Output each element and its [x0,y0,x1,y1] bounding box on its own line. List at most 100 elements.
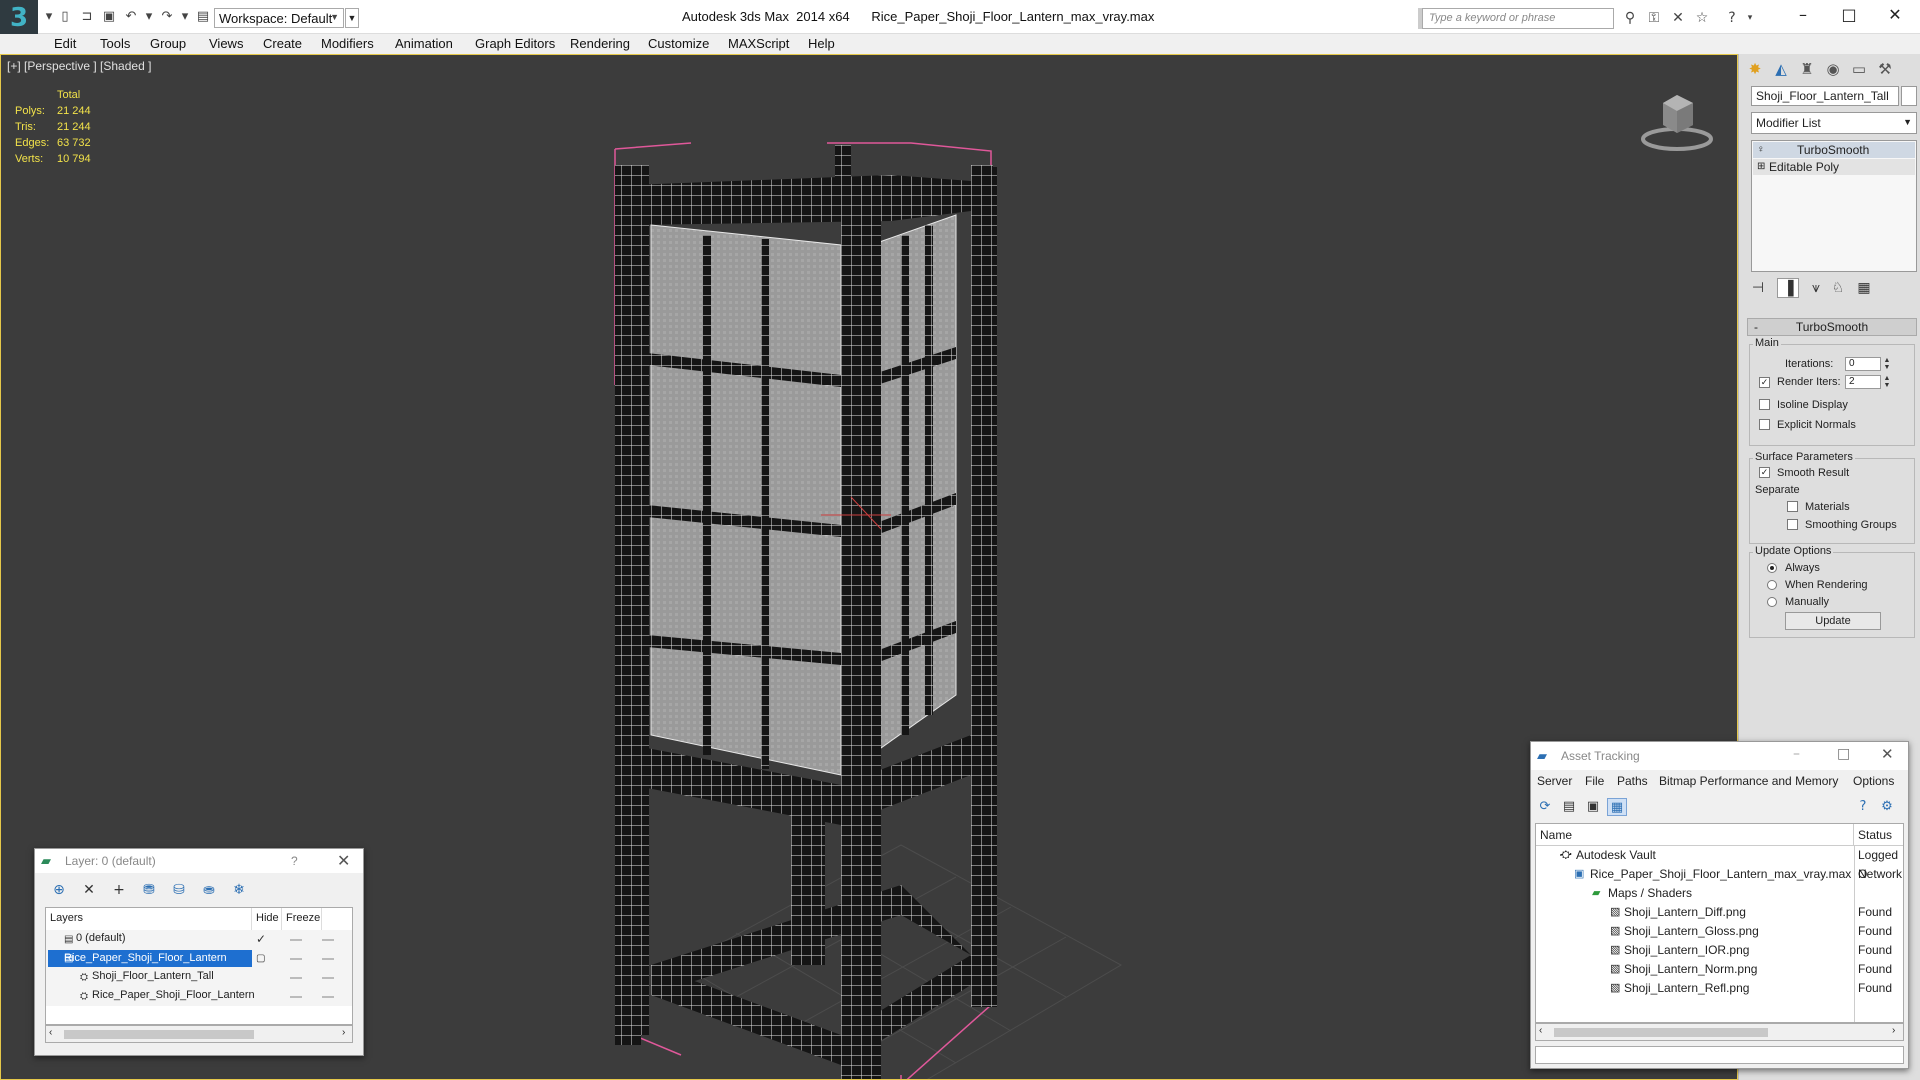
render-iters-checkbox[interactable]: ✓ [1759,377,1770,388]
isoline-display-checkbox[interactable] [1759,399,1770,410]
layer-row-object[interactable]: ⛭ Shoji_Floor_Lantern_Tall [46,968,352,987]
turbosmooth-rollout-header[interactable]: - TurboSmooth [1747,318,1917,336]
hide-toggle[interactable] [290,939,302,941]
set-current-layer-icon[interactable]: ▢ [256,949,265,968]
asset-row-image[interactable]: ▧ Shoji_Lantern_Diff.png Found [1536,903,1903,922]
hide-toggle[interactable] [290,996,302,998]
spinner-arrows-icon[interactable]: ▲ ▼ [1883,375,1891,389]
explicit-normals-checkbox[interactable] [1759,419,1770,430]
asset-horizontal-scrollbar[interactable]: ‹ › [1535,1023,1904,1041]
menu-maxscript[interactable]: MAXScript [728,36,789,51]
minimize-icon[interactable]: – [1780,0,1826,32]
select-objects-in-layer-icon[interactable]: ⛃ [139,881,159,899]
freeze-toggle[interactable] [322,977,334,979]
column-name[interactable]: Name [1536,824,1854,846]
at-menu-file[interactable]: File [1585,774,1604,788]
update-when-rendering-radio[interactable] [1767,580,1777,590]
layer-dialog-titlebar[interactable]: ▰ Layer: 0 (default) ? ✕ [35,849,363,873]
layer-horizontal-scrollbar[interactable]: ‹ › [45,1025,353,1043]
at-menu-bitmap-performance[interactable]: Bitmap Performance and Memory [1659,774,1838,788]
scroll-right-icon[interactable]: › [342,1027,345,1038]
scroll-left-icon[interactable]: ‹ [1539,1025,1542,1036]
at-menu-server[interactable]: Server [1537,774,1572,788]
layer-row-rice-paper[interactable]: Rice_Paper_Shoji_Floor_Lantern ▤ ▢ [46,949,352,968]
app-logo-icon[interactable]: 3 [0,0,38,38]
scrollbar-thumb[interactable] [64,1030,254,1039]
update-always-radio[interactable] [1767,563,1777,573]
quick-access-customize-icon[interactable]: ▼ [345,8,359,28]
materials-checkbox[interactable] [1787,501,1798,512]
scroll-left-icon[interactable]: ‹ [49,1027,52,1038]
maximize-icon[interactable]: □ [1826,0,1872,32]
redo-dropdown-icon[interactable]: ▾ [176,9,194,25]
scrollbar-thumb[interactable] [1554,1028,1768,1037]
viewcube-icon[interactable] [1637,83,1717,163]
render-iters-spinner[interactable]: 2 [1845,375,1881,389]
list-view-icon[interactable]: ▤ [1559,798,1579,816]
asset-row-image[interactable]: ▧ Shoji_Lantern_IOR.png Found [1536,941,1903,960]
object-name-field[interactable]: Shoji_Floor_Lantern_Tall [1751,86,1899,106]
refresh-icon[interactable]: ⟳ [1535,798,1555,816]
column-layers[interactable]: Layers [46,908,252,930]
create-tab-icon[interactable]: ✸ [1743,58,1767,80]
save-file-icon[interactable]: ▣ [100,9,118,25]
hide-toggle[interactable] [290,977,302,979]
iterations-spinner[interactable]: 0 [1845,357,1881,371]
stack-item-editable-poly[interactable]: ⊞ Editable Poly [1753,159,1915,175]
table-view-icon[interactable]: ▦ [1607,798,1627,816]
stack-item-turbosmooth[interactable]: ♀ TurboSmooth [1753,142,1915,158]
modify-tab-icon[interactable]: ◭ [1769,58,1793,80]
binoculars-icon[interactable]: ⚲ [1620,9,1640,27]
freeze-all-layers-icon[interactable]: ❄ [229,881,249,899]
column-freeze[interactable]: Freeze [282,908,322,930]
menu-customize[interactable]: Customize [648,36,709,51]
modifier-list-dropdown[interactable]: Modifier List ▼ [1751,112,1917,134]
at-menu-paths[interactable]: Paths [1617,774,1648,788]
favorites-star-icon[interactable]: ☆ [1692,9,1712,27]
highlight-editor-icon[interactable]: ⚙ [1877,798,1897,816]
help-dropdown-icon[interactable]: ▾ [1740,9,1760,27]
menu-tools[interactable]: Tools [100,36,130,51]
object-color-swatch[interactable] [1901,86,1917,106]
smoothing-groups-checkbox[interactable] [1787,519,1798,530]
layer-row-object[interactable]: ⛭ Rice_Paper_Shoji_Floor_Lantern [46,987,352,1006]
undo-icon[interactable]: ↶ [122,9,140,25]
motion-tab-icon[interactable]: ◉ [1821,58,1845,80]
asset-row-image[interactable]: ▧ Shoji_Lantern_Refl.png Found [1536,979,1903,998]
configure-modifier-sets-icon[interactable]: ▦ [1853,278,1875,298]
scroll-right-icon[interactable]: › [1892,1025,1895,1036]
communication-center-icon[interactable]: ✕ [1668,9,1688,27]
menu-help[interactable]: Help [808,36,835,51]
help-icon[interactable]: ? [291,854,298,868]
hide-toggle[interactable] [290,958,302,960]
subscription-icon[interactable]: ⚿ [1644,9,1664,27]
maximize-icon[interactable]: □ [1837,746,1850,762]
menu-views[interactable]: Views [209,36,243,51]
redo-icon[interactable]: ↷ [158,9,176,25]
close-icon[interactable]: ✕ [1881,745,1894,763]
workspace-dropdown[interactable]: Workspace: Default ▼ [214,8,344,28]
freeze-toggle[interactable] [322,958,334,960]
remove-modifier-icon[interactable]: ♘ [1827,278,1849,298]
asset-row-maps-folder[interactable]: ▰ Maps / Shaders [1536,884,1903,903]
open-file-icon[interactable]: ⊐ [78,9,96,25]
close-icon[interactable]: ✕ [337,851,350,870]
asset-row-max-file[interactable]: ▣ Rice_Paper_Shoji_Floor_Lantern_max_vra… [1536,865,1903,884]
pin-stack-icon[interactable]: ⊣ [1747,278,1769,298]
close-icon[interactable]: ✕ [1872,0,1918,32]
spinner-arrows-icon[interactable]: ▲ ▼ [1883,357,1891,371]
shoji-lantern-model[interactable] [591,85,1151,1080]
help-icon[interactable]: ? [1722,9,1742,27]
add-to-layer-icon[interactable]: + [109,881,129,899]
asset-tracking-titlebar[interactable]: ▰ Asset Tracking – □ ✕ [1531,742,1908,770]
smooth-result-checkbox[interactable]: ✓ [1759,467,1770,478]
update-manually-radio[interactable] [1767,597,1777,607]
display-tab-icon[interactable]: ▭ [1847,58,1871,80]
hide-all-layers-icon[interactable]: ⛂ [199,881,219,899]
highlight-selected-layer-icon[interactable]: ⛁ [169,881,189,899]
layer-row-default[interactable]: ▤ 0 (default) ✓ [46,930,352,949]
menu-edit[interactable]: Edit [54,36,76,51]
hierarchy-tab-icon[interactable]: ♜ [1795,58,1819,80]
column-hide[interactable]: Hide [252,908,282,930]
menu-graph-editors[interactable]: Graph Editors [475,36,555,51]
